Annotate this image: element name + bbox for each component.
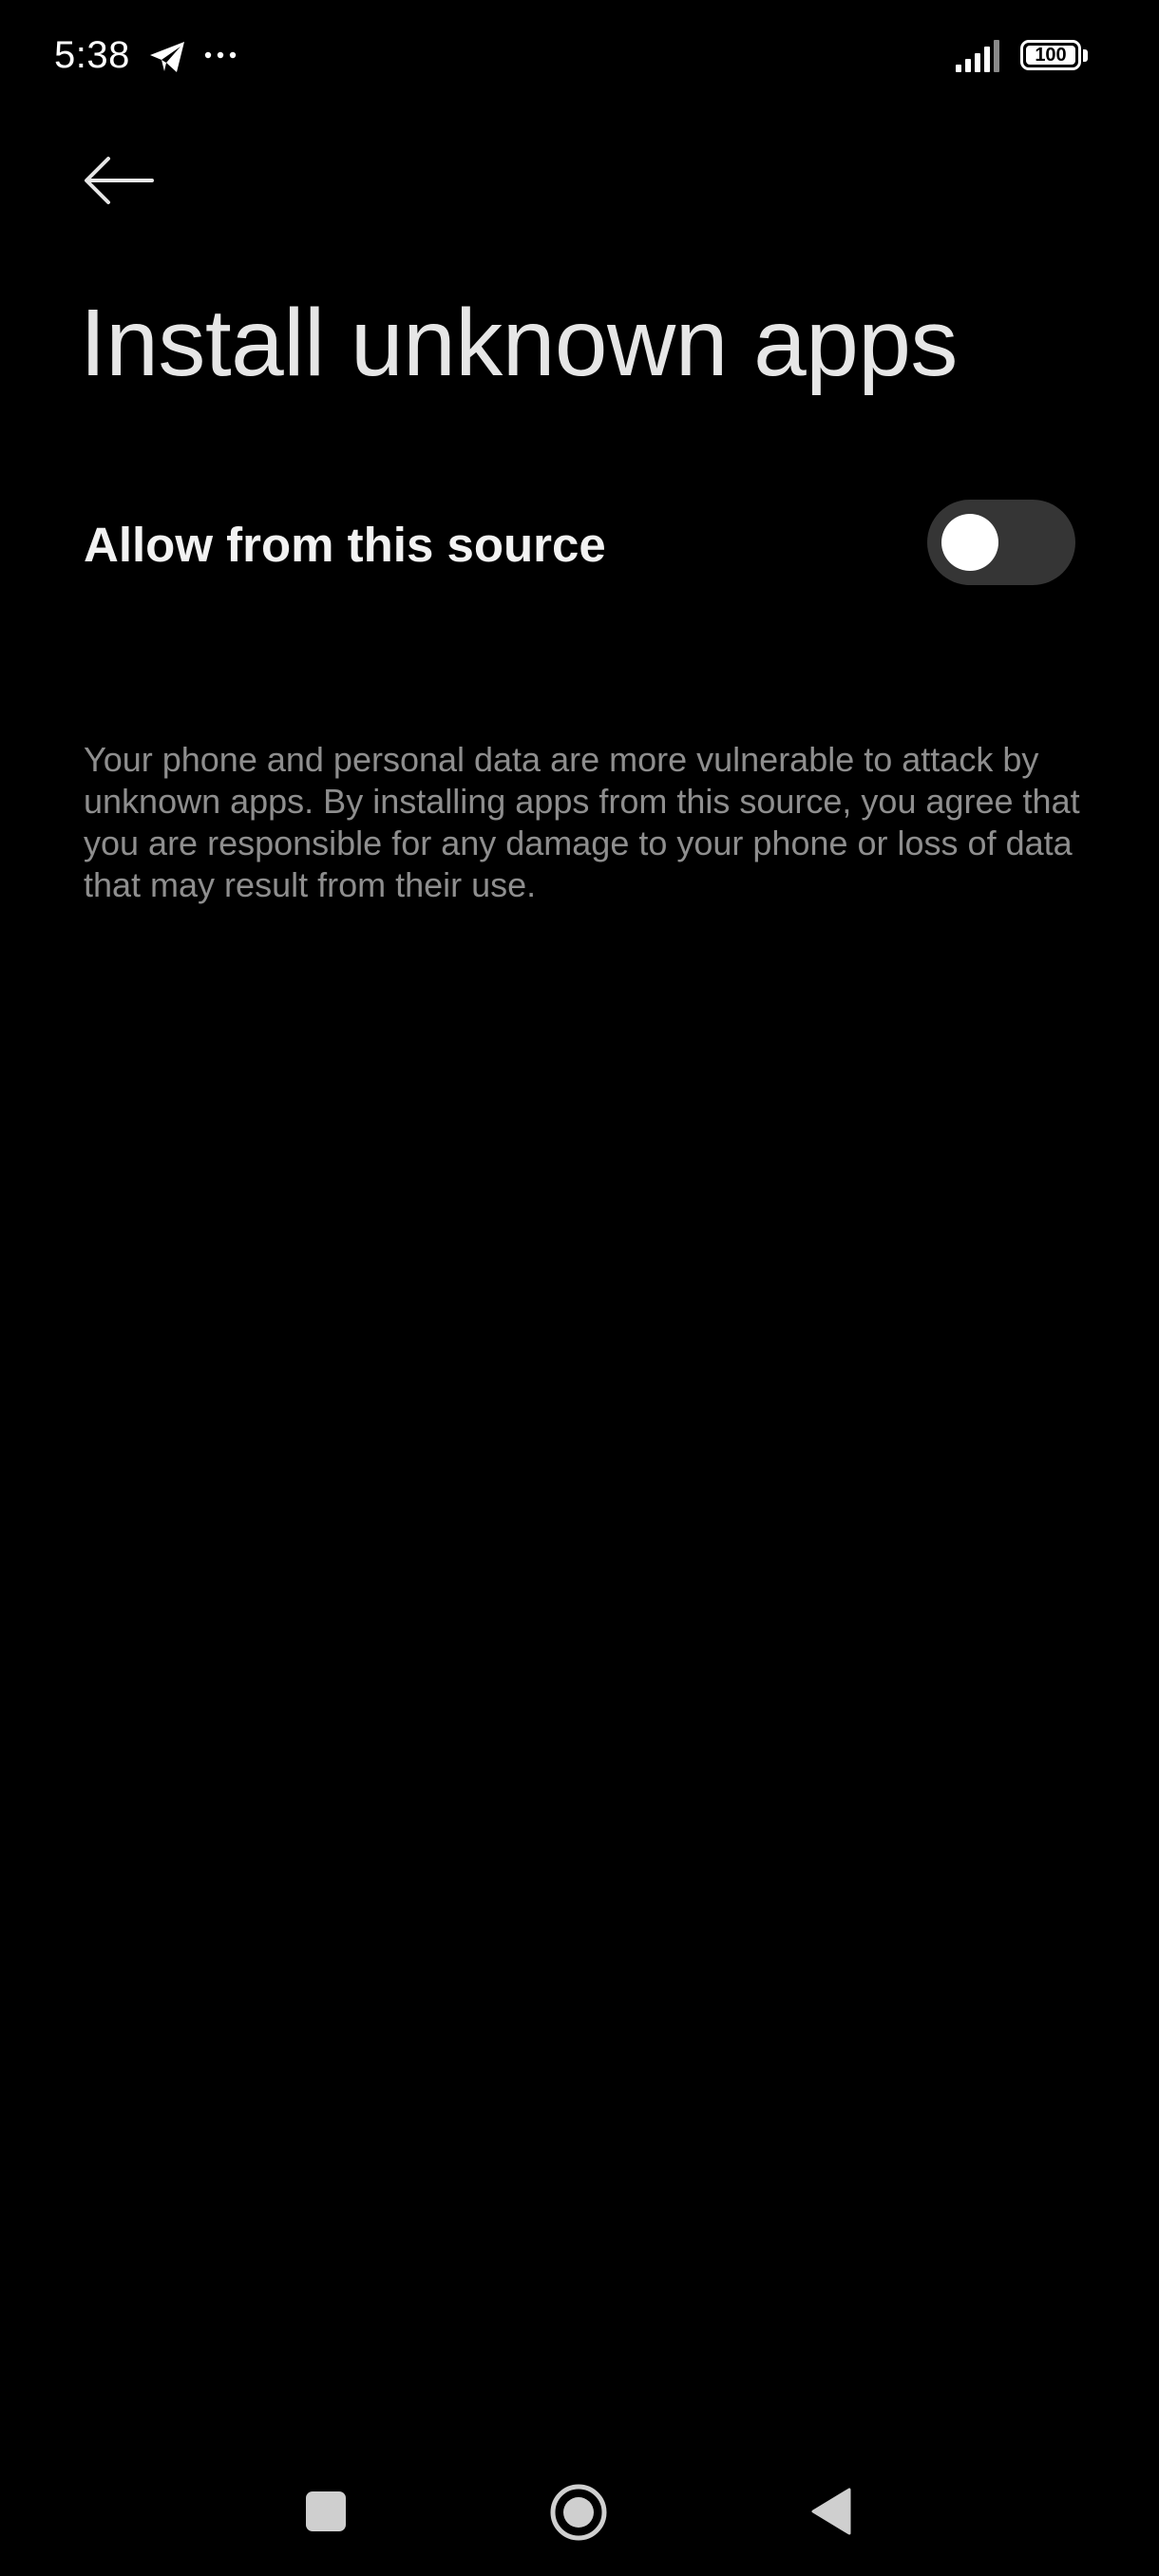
battery-icon: 100 (1020, 40, 1089, 72)
arrow-left-icon (85, 157, 154, 204)
telegram-icon (148, 40, 186, 74)
battery-body: 100 (1020, 40, 1081, 70)
home-icon[interactable] (549, 2483, 608, 2542)
allow-source-toggle[interactable] (927, 500, 1075, 585)
page-title: Install unknown apps (80, 290, 958, 396)
back-triangle-icon[interactable] (809, 2487, 851, 2536)
setting-label: Allow from this source (84, 518, 606, 572)
navigation-bar (0, 2451, 1159, 2565)
status-time: 5:38 (54, 34, 130, 76)
status-bar: 5:38 100 (0, 0, 1159, 114)
recent-apps-icon[interactable] (306, 2491, 346, 2531)
battery-cap (1083, 49, 1088, 62)
toggle-knob (941, 514, 998, 571)
back-button[interactable] (76, 142, 162, 218)
more-dots-icon (203, 38, 238, 72)
signal-icon (954, 38, 1007, 74)
warning-text: Your phone and personal data are more vu… (84, 740, 1080, 904)
battery-level: 100 (1026, 46, 1075, 65)
allow-source-setting[interactable]: Allow from this source (0, 475, 1159, 608)
